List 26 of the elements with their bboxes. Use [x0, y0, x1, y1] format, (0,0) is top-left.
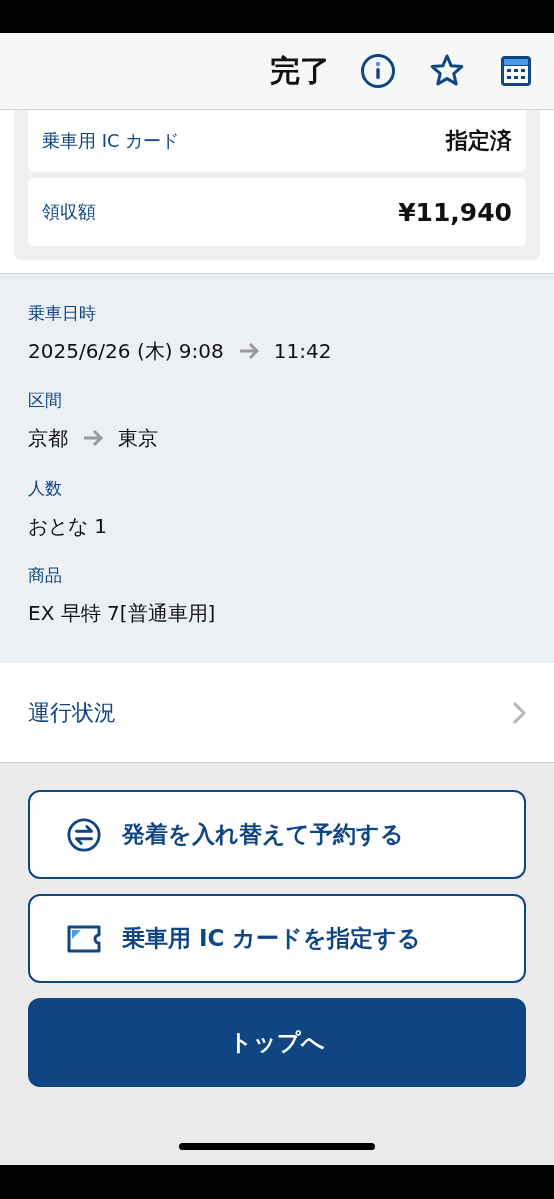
arrow-icon [237, 342, 260, 360]
detail-value: EX 早特 7[普通車用] [28, 599, 216, 627]
detail-label: 区間 [28, 389, 63, 413]
arrow-icon [82, 429, 104, 448]
info-icon[interactable] [360, 53, 396, 89]
calendar-icon[interactable] [498, 53, 534, 89]
detail-label: 乗車日時 [28, 302, 97, 325]
page-title: 完了 [270, 51, 330, 90]
detail-value: おとな 1 [28, 512, 108, 540]
top-button[interactable]: トップへ [28, 998, 526, 1087]
action-button[interactable]: 発着を入れ替えて予約する [28, 790, 526, 879]
action-button[interactable]: 乗車用 IC カードを指定する [28, 894, 526, 983]
detail-value: 2025/6/26 (木) 9:08 [28, 338, 224, 365]
summary-label: 乗車用 IC カード [42, 129, 180, 153]
detail-value: 京都 [28, 425, 68, 453]
chevron-right-icon [512, 700, 526, 725]
status-link[interactable]: 運行状況 [0, 663, 554, 763]
star-icon[interactable] [429, 53, 465, 89]
detail-value: 11:42 [273, 338, 332, 365]
swap-icon [66, 817, 102, 852]
summary-label: 領収額 [42, 200, 96, 224]
detail-label: 商品 [28, 563, 63, 587]
summary-value: ¥11,940 [398, 197, 512, 227]
detail-value: 東京 [118, 425, 158, 453]
detail-label: 人数 [28, 476, 63, 500]
summary-value: 指定済 [446, 127, 512, 155]
